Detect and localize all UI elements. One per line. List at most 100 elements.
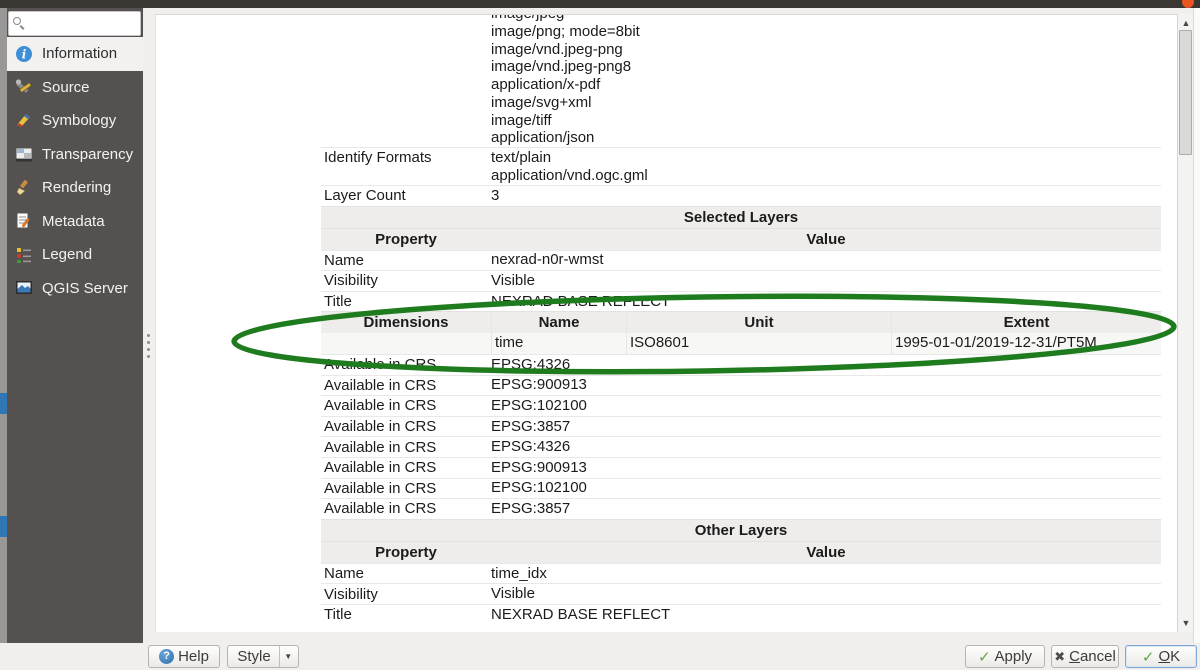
sidebar-item-symbology[interactable]: Symbology (7, 104, 143, 138)
format-line: image/svg+xml (321, 94, 1161, 112)
table-row: Available in CRSEPSG:102100 (321, 395, 1161, 416)
table-row: Layer Count3 (321, 185, 1161, 206)
dimensions-value-row: timeISO86011995-01-01/2019-12-31/PT5M (321, 333, 1161, 354)
value-cell: EPSG:900913 (491, 376, 1161, 394)
value-cell: NEXRAD BASE REFLECT (491, 293, 1161, 311)
background-panel-strip (0, 8, 7, 670)
dimensions-label: Dimensions (321, 312, 491, 333)
sidebar-item-label: Transparency (42, 146, 133, 163)
property-cell: Visibility (321, 586, 491, 603)
sidebar-item-information[interactable]: i Information (7, 37, 143, 71)
column-header-row: PropertyValue (321, 541, 1161, 563)
sidebar-item-rendering[interactable]: Rendering (7, 171, 143, 205)
sidebar-item-transparency[interactable]: Transparency (7, 138, 143, 172)
source-icon (15, 78, 33, 96)
info-icon: i (15, 45, 33, 63)
layer-info-table: image/jpegimage/png; mode=8bitimage/vnd.… (321, 14, 1161, 625)
scroll-up-icon[interactable]: ▲ (1180, 17, 1192, 29)
value-cell: 3 (491, 187, 1161, 205)
sidebar-item-metadata[interactable]: Metadata (7, 205, 143, 239)
value-cell: EPSG:3857 (491, 500, 1161, 518)
symbology-icon (15, 112, 33, 130)
table-row: Available in CRSEPSG:3857 (321, 416, 1161, 437)
format-line: application/json (321, 129, 1161, 147)
section-header: Other Layers (321, 519, 1161, 541)
dimension-extent-header: Extent (891, 312, 1161, 333)
table-row: Available in CRSEPSG:900913 (321, 375, 1161, 396)
apply-button[interactable]: ✓ Apply (965, 645, 1045, 668)
information-panel: image/jpegimage/png; mode=8bitimage/vnd.… (155, 14, 1177, 632)
search-icon (13, 17, 26, 30)
table-row: Identify Formatstext/plainapplication/vn… (321, 147, 1161, 185)
sidebar-item-qgis-server[interactable]: QGIS Server (7, 272, 143, 306)
chevron-down-icon[interactable]: ▼ (279, 646, 297, 667)
format-line: application/x-pdf (321, 76, 1161, 94)
table-row: TitleNEXRAD BASE REFLECT (321, 604, 1161, 625)
style-dropdown-button[interactable]: Style ▼ (227, 645, 299, 668)
property-cell: Title (321, 293, 491, 310)
splitter-handle[interactable] (145, 330, 151, 360)
properties-sidebar: i Information Source Symbology Transparency R… (7, 8, 143, 643)
table-row: VisibilityVisible (321, 583, 1161, 604)
format-line: image/vnd.jpeg-png (321, 41, 1161, 59)
sidebar-nav: i Information Source Symbology Transparency R… (7, 37, 143, 305)
legend-icon (15, 246, 33, 264)
scroll-down-icon[interactable]: ▼ (1180, 617, 1192, 629)
cancel-button[interactable]: ✖ Cancel (1051, 645, 1119, 668)
sidebar-item-label: Legend (42, 246, 92, 263)
sidebar-item-label: QGIS Server (42, 280, 128, 297)
value-cell: Visible (491, 272, 1161, 290)
selection-marker (0, 516, 7, 537)
sidebar-item-label: Rendering (42, 179, 111, 196)
transparency-icon (15, 145, 33, 163)
property-cell: Available in CRS (321, 439, 491, 456)
property-cell: Available in CRS (321, 377, 491, 394)
dimension-unit-cell: ISO8601 (626, 333, 891, 354)
value-cell: EPSG:102100 (491, 397, 1161, 415)
help-icon: ? (159, 649, 174, 664)
property-header: Property (321, 229, 491, 250)
sidebar-item-label: Metadata (42, 213, 105, 230)
sidebar-search[interactable] (8, 11, 141, 36)
format-line: image/vnd.jpeg-png8 (321, 58, 1161, 76)
property-cell: Available in CRS (321, 418, 491, 435)
property-cell: Available in CRS (321, 356, 491, 373)
column-header-row: PropertyValue (321, 228, 1161, 250)
value-cell: Visible (491, 585, 1161, 603)
section-header: Selected Layers (321, 206, 1161, 228)
sidebar-item-label: Information (42, 45, 117, 62)
value-cell: text/plainapplication/vnd.ogc.gml (491, 148, 1161, 185)
check-icon: ✓ (978, 648, 991, 666)
selection-marker (0, 393, 7, 414)
value-cell: nexrad-n0r-wmst (491, 251, 1161, 269)
value-cell: EPSG:4326 (491, 438, 1161, 456)
style-button-label: Style (229, 646, 278, 667)
vertical-scrollbar[interactable]: ▲ ▼ (1177, 14, 1193, 632)
property-cell: Name (321, 565, 491, 582)
ok-button[interactable]: ✓ OK (1125, 645, 1197, 668)
search-input[interactable] (30, 15, 130, 33)
value-line: application/vnd.ogc.gml (491, 167, 1161, 185)
sidebar-item-legend[interactable]: Legend (7, 238, 143, 272)
help-button[interactable]: ? Help (148, 645, 220, 668)
metadata-icon (15, 212, 33, 230)
window-close-icon[interactable] (1182, 0, 1194, 8)
svg-text:i: i (22, 47, 27, 61)
dimension-extent-cell: 1995-01-01/2019-12-31/PT5M (891, 333, 1161, 354)
value-line: text/plain (491, 149, 1161, 167)
property-cell: Visibility (321, 272, 491, 289)
scrollbar-thumb[interactable] (1179, 30, 1192, 155)
format-line: image/jpeg (321, 14, 1161, 23)
table-row: Namenexrad-n0r-wmst (321, 250, 1161, 271)
help-button-label: Help (178, 648, 209, 665)
value-cell: EPSG:102100 (491, 479, 1161, 497)
property-cell: Identify Formats (321, 148, 491, 166)
value-cell: time_idx (491, 565, 1161, 583)
value-header: Value (491, 229, 1161, 250)
value-cell: EPSG:900913 (491, 459, 1161, 477)
property-cell: Available in CRS (321, 459, 491, 476)
sidebar-item-source[interactable]: Source (7, 71, 143, 105)
table-row: Nametime_idx (321, 563, 1161, 584)
sidebar-item-label: Symbology (42, 112, 116, 129)
property-cell: Available in CRS (321, 397, 491, 414)
